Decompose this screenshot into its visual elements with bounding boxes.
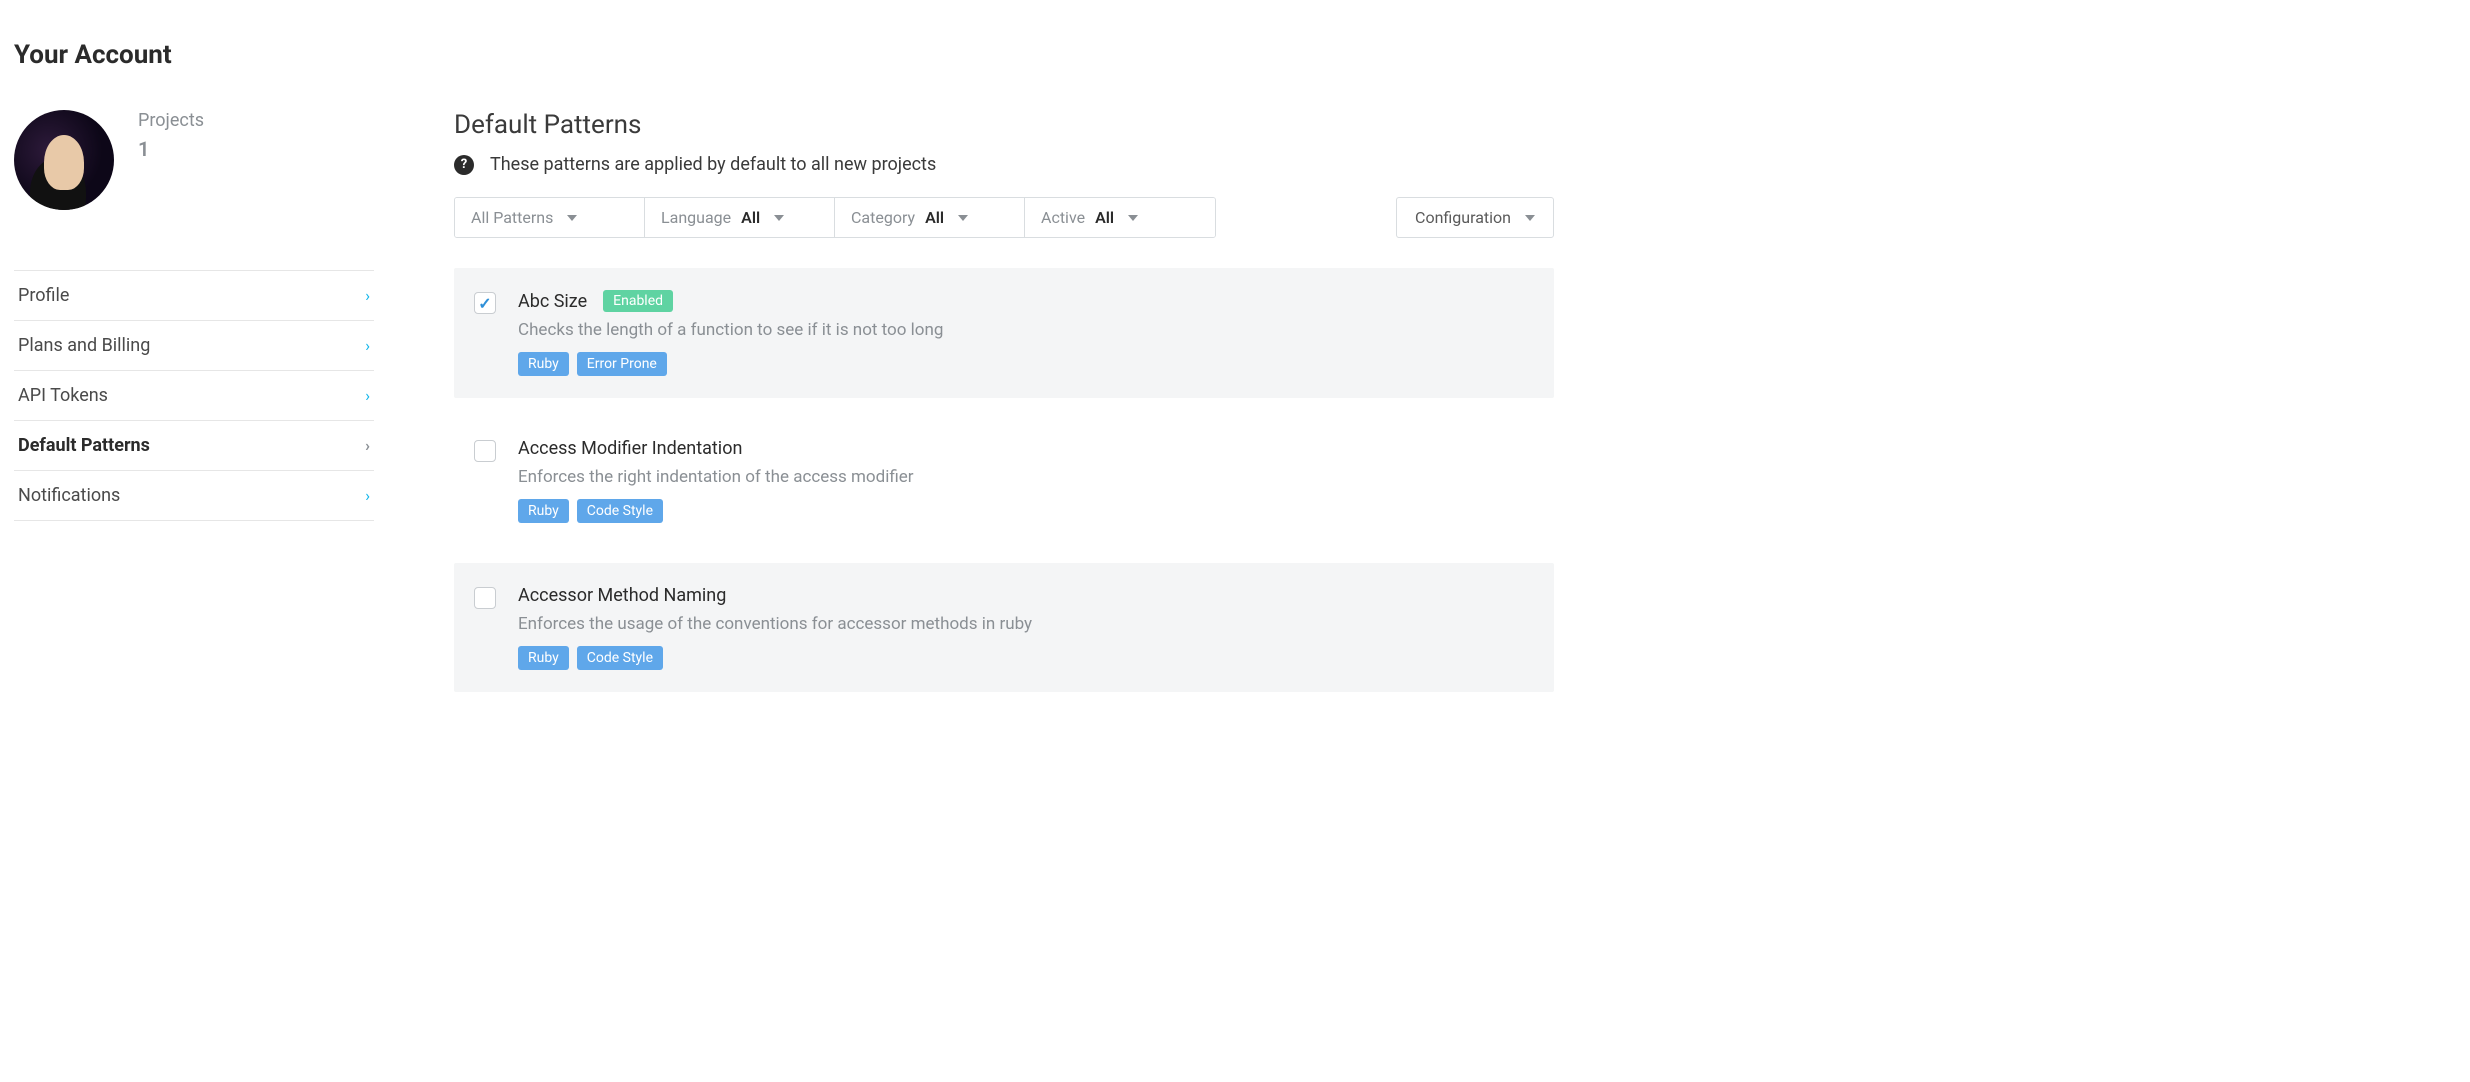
- tag[interactable]: Code Style: [577, 646, 663, 670]
- pattern-row[interactable]: Abc Size Enabled Checks the length of a …: [454, 268, 1554, 398]
- filter-label: Category: [851, 208, 915, 227]
- filter-value: All: [925, 208, 944, 227]
- nav-item-api-tokens[interactable]: API Tokens ›: [14, 371, 374, 421]
- caret-down-icon: [1128, 215, 1138, 221]
- chevron-right-icon: ›: [365, 436, 370, 455]
- configuration-button[interactable]: Configuration: [1396, 197, 1554, 238]
- sidebar-nav: Profile › Plans and Billing › API Tokens…: [14, 270, 374, 521]
- pattern-description: Enforces the right indentation of the ac…: [518, 467, 1534, 487]
- section-subtitle: These patterns are applied by default to…: [490, 154, 936, 175]
- filter-label: All Patterns: [471, 208, 553, 227]
- caret-down-icon: [567, 215, 577, 221]
- sidebar: Projects 1 Profile › Plans and Billing ›…: [14, 110, 374, 710]
- pattern-name: Access Modifier Indentation: [518, 438, 742, 459]
- profile-summary: Projects 1: [14, 110, 374, 210]
- filter-language[interactable]: Language All: [645, 198, 835, 237]
- pattern-description: Checks the length of a function to see i…: [518, 320, 1534, 340]
- nav-item-label: API Tokens: [18, 385, 108, 406]
- filter-bar: All Patterns Language All Category All A…: [454, 197, 1554, 238]
- projects-label: Projects: [138, 110, 204, 131]
- chevron-right-icon: ›: [365, 286, 370, 305]
- pattern-checkbox[interactable]: [474, 587, 496, 609]
- pattern-tags: Ruby Error Prone: [518, 352, 1534, 376]
- pattern-tags: Ruby Code Style: [518, 646, 1534, 670]
- tag[interactable]: Code Style: [577, 499, 663, 523]
- chevron-right-icon: ›: [365, 486, 370, 505]
- filter-value: All: [1095, 208, 1114, 227]
- filter-label: Language: [661, 208, 731, 227]
- caret-down-icon: [958, 215, 968, 221]
- nav-item-label: Notifications: [18, 485, 120, 506]
- chevron-right-icon: ›: [365, 336, 370, 355]
- enabled-badge: Enabled: [603, 290, 673, 312]
- filter-active[interactable]: Active All: [1025, 198, 1215, 237]
- filter-label: Active: [1041, 208, 1085, 227]
- caret-down-icon: [1525, 215, 1535, 221]
- tag[interactable]: Ruby: [518, 352, 569, 376]
- nav-item-label: Profile: [18, 285, 69, 306]
- nav-item-notifications[interactable]: Notifications ›: [14, 471, 374, 521]
- pattern-name: Accessor Method Naming: [518, 585, 726, 606]
- pattern-tags: Ruby Code Style: [518, 499, 1534, 523]
- caret-down-icon: [774, 215, 784, 221]
- filter-group: All Patterns Language All Category All A…: [454, 197, 1216, 238]
- pattern-name: Abc Size: [518, 291, 587, 312]
- pattern-checkbox[interactable]: [474, 440, 496, 462]
- tag[interactable]: Ruby: [518, 499, 569, 523]
- section-subtitle-row: ? These patterns are applied by default …: [454, 154, 1554, 175]
- main-content: Default Patterns ? These patterns are ap…: [454, 110, 1554, 710]
- pattern-row[interactable]: Access Modifier Indentation Enforces the…: [454, 416, 1554, 545]
- pattern-description: Enforces the usage of the conventions fo…: [518, 614, 1534, 634]
- section-title: Default Patterns: [454, 110, 1554, 140]
- nav-item-default-patterns[interactable]: Default Patterns ›: [14, 421, 374, 471]
- help-icon[interactable]: ?: [454, 155, 474, 175]
- nav-item-label: Default Patterns: [18, 435, 150, 456]
- tag[interactable]: Error Prone: [577, 352, 667, 376]
- page-title: Your Account: [14, 40, 2456, 70]
- nav-item-plans-billing[interactable]: Plans and Billing ›: [14, 321, 374, 371]
- nav-item-profile[interactable]: Profile ›: [14, 271, 374, 321]
- filter-category[interactable]: Category All: [835, 198, 1025, 237]
- avatar[interactable]: [14, 110, 114, 210]
- filter-patterns[interactable]: All Patterns: [455, 198, 645, 237]
- tag[interactable]: Ruby: [518, 646, 569, 670]
- filter-value: All: [741, 208, 760, 227]
- configuration-label: Configuration: [1415, 208, 1511, 227]
- pattern-row[interactable]: Accessor Method Naming Enforces the usag…: [454, 563, 1554, 692]
- nav-item-label: Plans and Billing: [18, 335, 150, 356]
- projects-count: 1: [138, 137, 204, 161]
- chevron-right-icon: ›: [365, 386, 370, 405]
- pattern-checkbox[interactable]: [474, 292, 496, 314]
